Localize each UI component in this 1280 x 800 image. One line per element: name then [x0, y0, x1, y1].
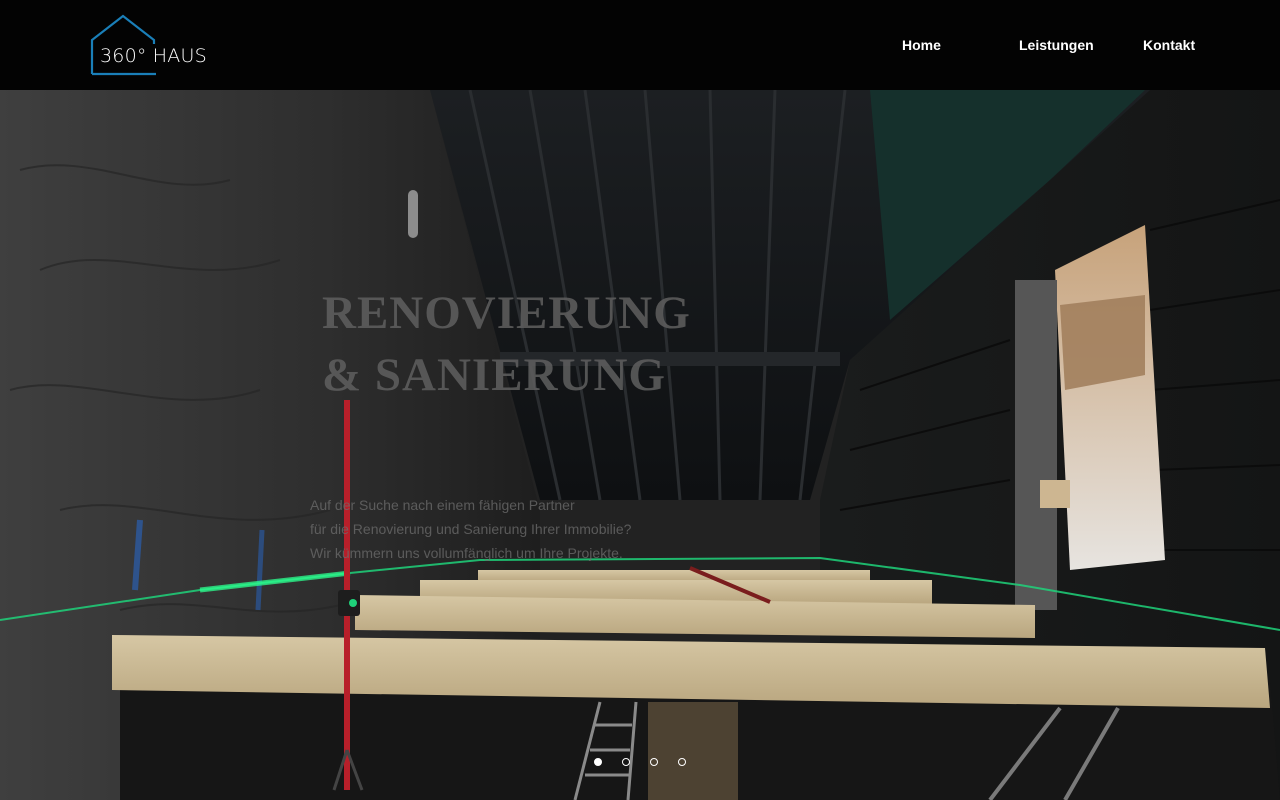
hero-subtitle-line: für die Renovierung und Sanierung Ihrer …: [310, 521, 632, 537]
nav-kontakt-link[interactable]: Kontakt: [1143, 37, 1195, 53]
slider-dot-3[interactable]: [650, 758, 658, 766]
hero-slider: RENOVIERUNG & SANIERUNG Auf der Suche na…: [0, 90, 1280, 800]
slider-dot-2[interactable]: [622, 758, 630, 766]
slider-pagination: [590, 758, 700, 772]
hero-title: RENOVIERUNG & SANIERUNG: [322, 287, 691, 401]
hero-subtitle: Auf der Suche nach einem fähigen Partner…: [310, 493, 670, 565]
nav-home-link[interactable]: Home: [902, 37, 941, 53]
hero-subtitle-line: Wir kümmern uns vollumfänglich um Ihre P…: [310, 545, 623, 561]
slider-dot-4[interactable]: [678, 758, 686, 766]
logo[interactable]: 360° HAUS: [90, 14, 220, 76]
site-header: 360° HAUS Home Leistungen Kontakt: [0, 0, 1280, 90]
nav-leistungen-link[interactable]: Leistungen: [1019, 37, 1094, 53]
logo-text: 360° HAUS: [100, 45, 207, 67]
hero-subtitle-line: Auf der Suche nach einem fähigen Partner: [310, 497, 575, 513]
slider-dot-1[interactable]: [594, 758, 602, 766]
hero-background-image: [0, 90, 1280, 800]
main-nav: Home Leistungen Kontakt: [880, 0, 1280, 90]
